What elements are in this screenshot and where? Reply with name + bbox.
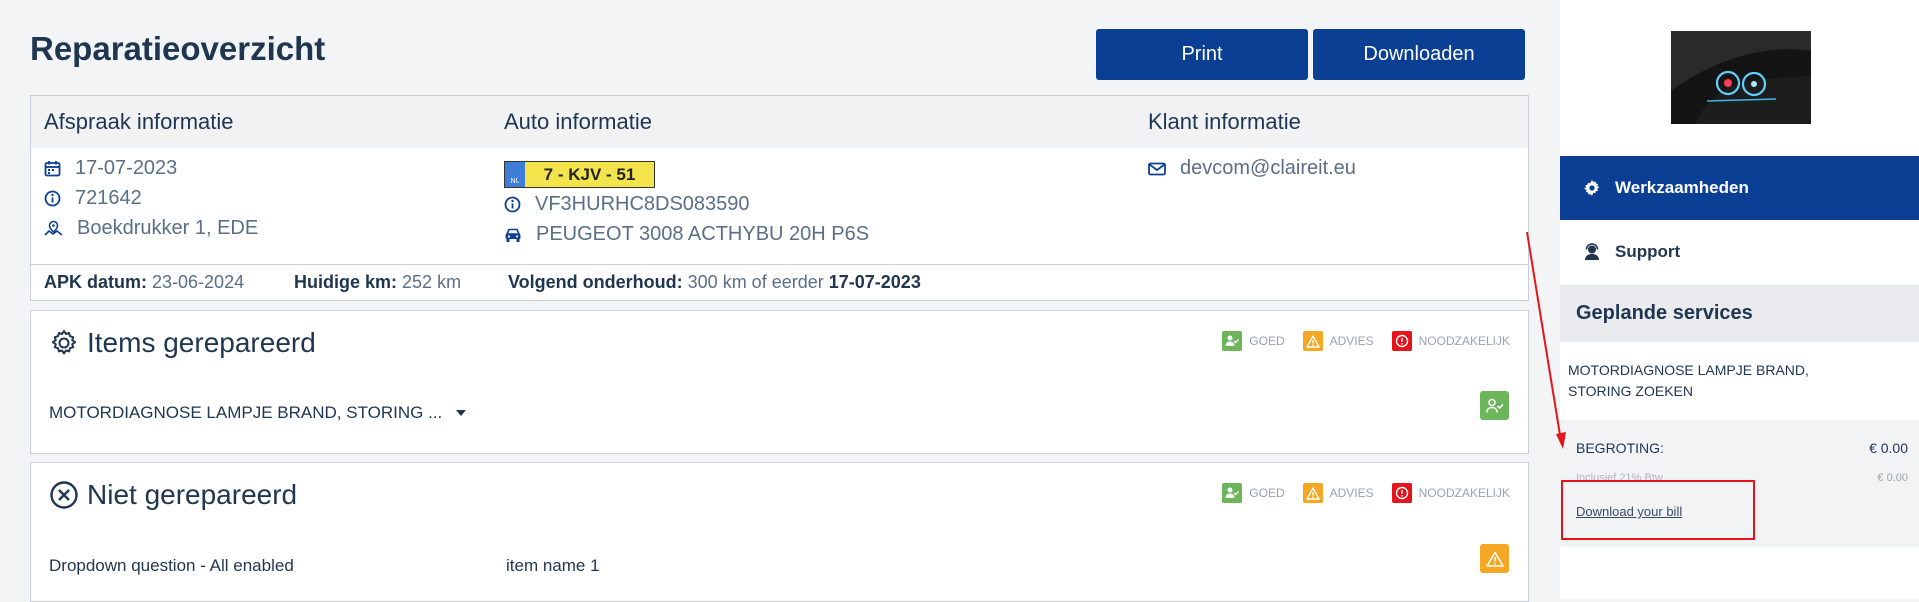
car-icon: [505, 228, 521, 242]
car-info-heading: Auto informatie: [504, 109, 652, 134]
next-maintenance: Volgend onderhoud: 300 km of eerder 17-0…: [508, 272, 921, 293]
warning-icon: [1485, 551, 1504, 567]
info-icon: [504, 196, 521, 213]
budget-label: BEGROTING:: [1576, 440, 1664, 456]
apk-date: APK datum: 23-06-2024: [44, 272, 244, 293]
legend-good: GOED: [1222, 331, 1285, 351]
repaired-items-title: Items gerepareerd: [49, 327, 316, 359]
alert-icon: [1391, 483, 1412, 503]
next-maintenance-value: 300 km of eerder: [687, 272, 824, 292]
alert-icon: [1391, 331, 1412, 351]
print-button[interactable]: Print: [1096, 29, 1308, 80]
appointment-number-value: 721642: [75, 187, 142, 209]
legend-advice: ADVIES: [1302, 331, 1374, 351]
sidebar-item-work-label: Werkzaamheden: [1615, 178, 1749, 197]
close-circle-icon: [50, 481, 78, 509]
legend-needed-label: NOODZAKELIJK: [1418, 486, 1510, 500]
download-button[interactable]: Downloaden: [1313, 29, 1525, 80]
appointment-address: Boekdrukker 1, EDE: [44, 217, 258, 240]
next-maintenance-date: 17-07-2023: [828, 272, 921, 292]
appointment-number: 721642: [44, 187, 142, 210]
legend-advice-label: ADVIES: [1329, 486, 1374, 500]
sidebar-item-support-label: Support: [1615, 242, 1681, 261]
planned-service-line-2: STORING ZOEKEN: [1568, 383, 1693, 399]
info-card-header: Afspraak informatie Auto informatie Klan…: [31, 96, 1528, 148]
dropdown-question-label: Dropdown question - All enabled: [49, 556, 294, 575]
client-email: devcom@claireit.eu: [1148, 157, 1356, 180]
envelope-icon: [1148, 162, 1166, 175]
km-label: Huidige km:: [294, 272, 398, 292]
maintenance-footer: APK datum: 23-06-2024 Huidige km: 252 km…: [31, 264, 1528, 302]
legend-needed-label: NOODZAKELIJK: [1418, 334, 1510, 348]
calendar-icon: [44, 161, 61, 177]
caret-down-icon: [456, 410, 467, 416]
legend-advice-label: ADVIES: [1329, 334, 1374, 348]
sidebar-item-work[interactable]: Werkzaamheden: [1560, 156, 1919, 220]
page-title: Reparatieoverzicht: [30, 30, 326, 67]
planned-service-item: MOTORDIAGNOSE LAMPJE BRAND, STORING ZOEK…: [1568, 360, 1828, 402]
appointment-info-heading: Afspraak informatie: [44, 109, 234, 134]
car-vin: VF3HURHC8DS083590: [504, 193, 750, 216]
car-model-value: PEUGEOT 3008 ACTHYBU 20H P6S: [536, 223, 870, 245]
repaired-items-title-text: Items gerepareerd: [87, 327, 316, 358]
appointment-address-value: Boekdrukker 1, EDE: [77, 217, 259, 239]
gear-icon: [1584, 180, 1600, 196]
warning-icon: [1302, 331, 1323, 351]
legend-advice: ADVIES: [1302, 483, 1374, 503]
planned-services-heading: Geplande services: [1560, 285, 1919, 342]
not-repaired-title-text: Niet gerepareerd: [87, 479, 298, 510]
vehicle-info-card: Afspraak informatie Auto informatie Klan…: [30, 95, 1529, 301]
car-thumbnail: [1671, 31, 1811, 124]
legend-needed: NOODZAKELIJK: [1391, 483, 1510, 503]
info-icon: [44, 190, 61, 207]
good-icon: [1222, 331, 1243, 351]
plate-number: 7 - KJV - 51: [543, 165, 636, 184]
main-content: Reparatieoverzicht Print Downloaden Afsp…: [0, 0, 1560, 602]
status-legend: GOED ADVIES NOODZAKELIJK: [1204, 483, 1510, 503]
next-maintenance-label: Volgend onderhoud:: [508, 272, 683, 292]
km-value: 252 km: [402, 272, 462, 292]
car-model: PEUGEOT 3008 ACTHYBU 20H P6S: [504, 223, 869, 246]
legend-good-label: GOED: [1249, 334, 1285, 348]
apk-value: 23-06-2024: [152, 272, 245, 292]
client-info-heading: Klant informatie: [1148, 109, 1301, 134]
repaired-item-status-good[interactable]: [1480, 391, 1509, 420]
not-repaired-title: Niet gerepareerd: [49, 479, 297, 511]
current-km: Huidige km: 252 km: [294, 272, 461, 293]
status-legend: GOED ADVIES NOODZAKELIJK: [1204, 331, 1510, 351]
appointment-date-value: 17-07-2023: [75, 157, 178, 179]
legend-good-label: GOED: [1249, 486, 1285, 500]
not-repaired-status-advice[interactable]: [1480, 544, 1509, 573]
sidebar-item-support[interactable]: Support: [1560, 220, 1919, 284]
license-plate: NL 7 - KJV - 51: [504, 161, 655, 188]
legend-needed: NOODZAKELIJK: [1391, 331, 1510, 351]
item-name-label: item name 1: [506, 556, 600, 575]
planned-service-line-1: MOTORDIAGNOSE LAMPJE BRAND,: [1568, 362, 1809, 378]
budget-value: € 0.00: [1869, 440, 1908, 456]
legend-good: GOED: [1222, 483, 1285, 503]
good-icon: [1222, 483, 1243, 503]
not-repaired-section: Niet gerepareerd GOED ADVIES NOODZAKELIJ…: [30, 462, 1529, 602]
plate-country-code: NL: [505, 162, 525, 187]
map-location-icon: [44, 220, 63, 236]
support-agent-icon: [1585, 243, 1599, 260]
annotation-highlight-box: [1561, 480, 1755, 540]
repaired-items-section: Items gerepareerd GOED ADVIES NOODZAKELI…: [30, 310, 1529, 454]
repaired-item-dropdown[interactable]: MOTORDIAGNOSE LAMPJE BRAND, STORING ...: [49, 403, 467, 423]
user-check-icon: [1485, 398, 1504, 413]
apk-label: APK datum:: [44, 272, 147, 292]
car-vin-value: VF3HURHC8DS083590: [535, 193, 750, 215]
repaired-item-label: MOTORDIAGNOSE LAMPJE BRAND, STORING ...: [49, 403, 443, 422]
warning-icon: [1302, 483, 1323, 503]
client-email-value: devcom@claireit.eu: [1180, 157, 1356, 179]
vat-value: € 0.00: [1877, 472, 1908, 484]
gear-icon: [51, 330, 77, 355]
appointment-date: 17-07-2023: [44, 157, 177, 180]
